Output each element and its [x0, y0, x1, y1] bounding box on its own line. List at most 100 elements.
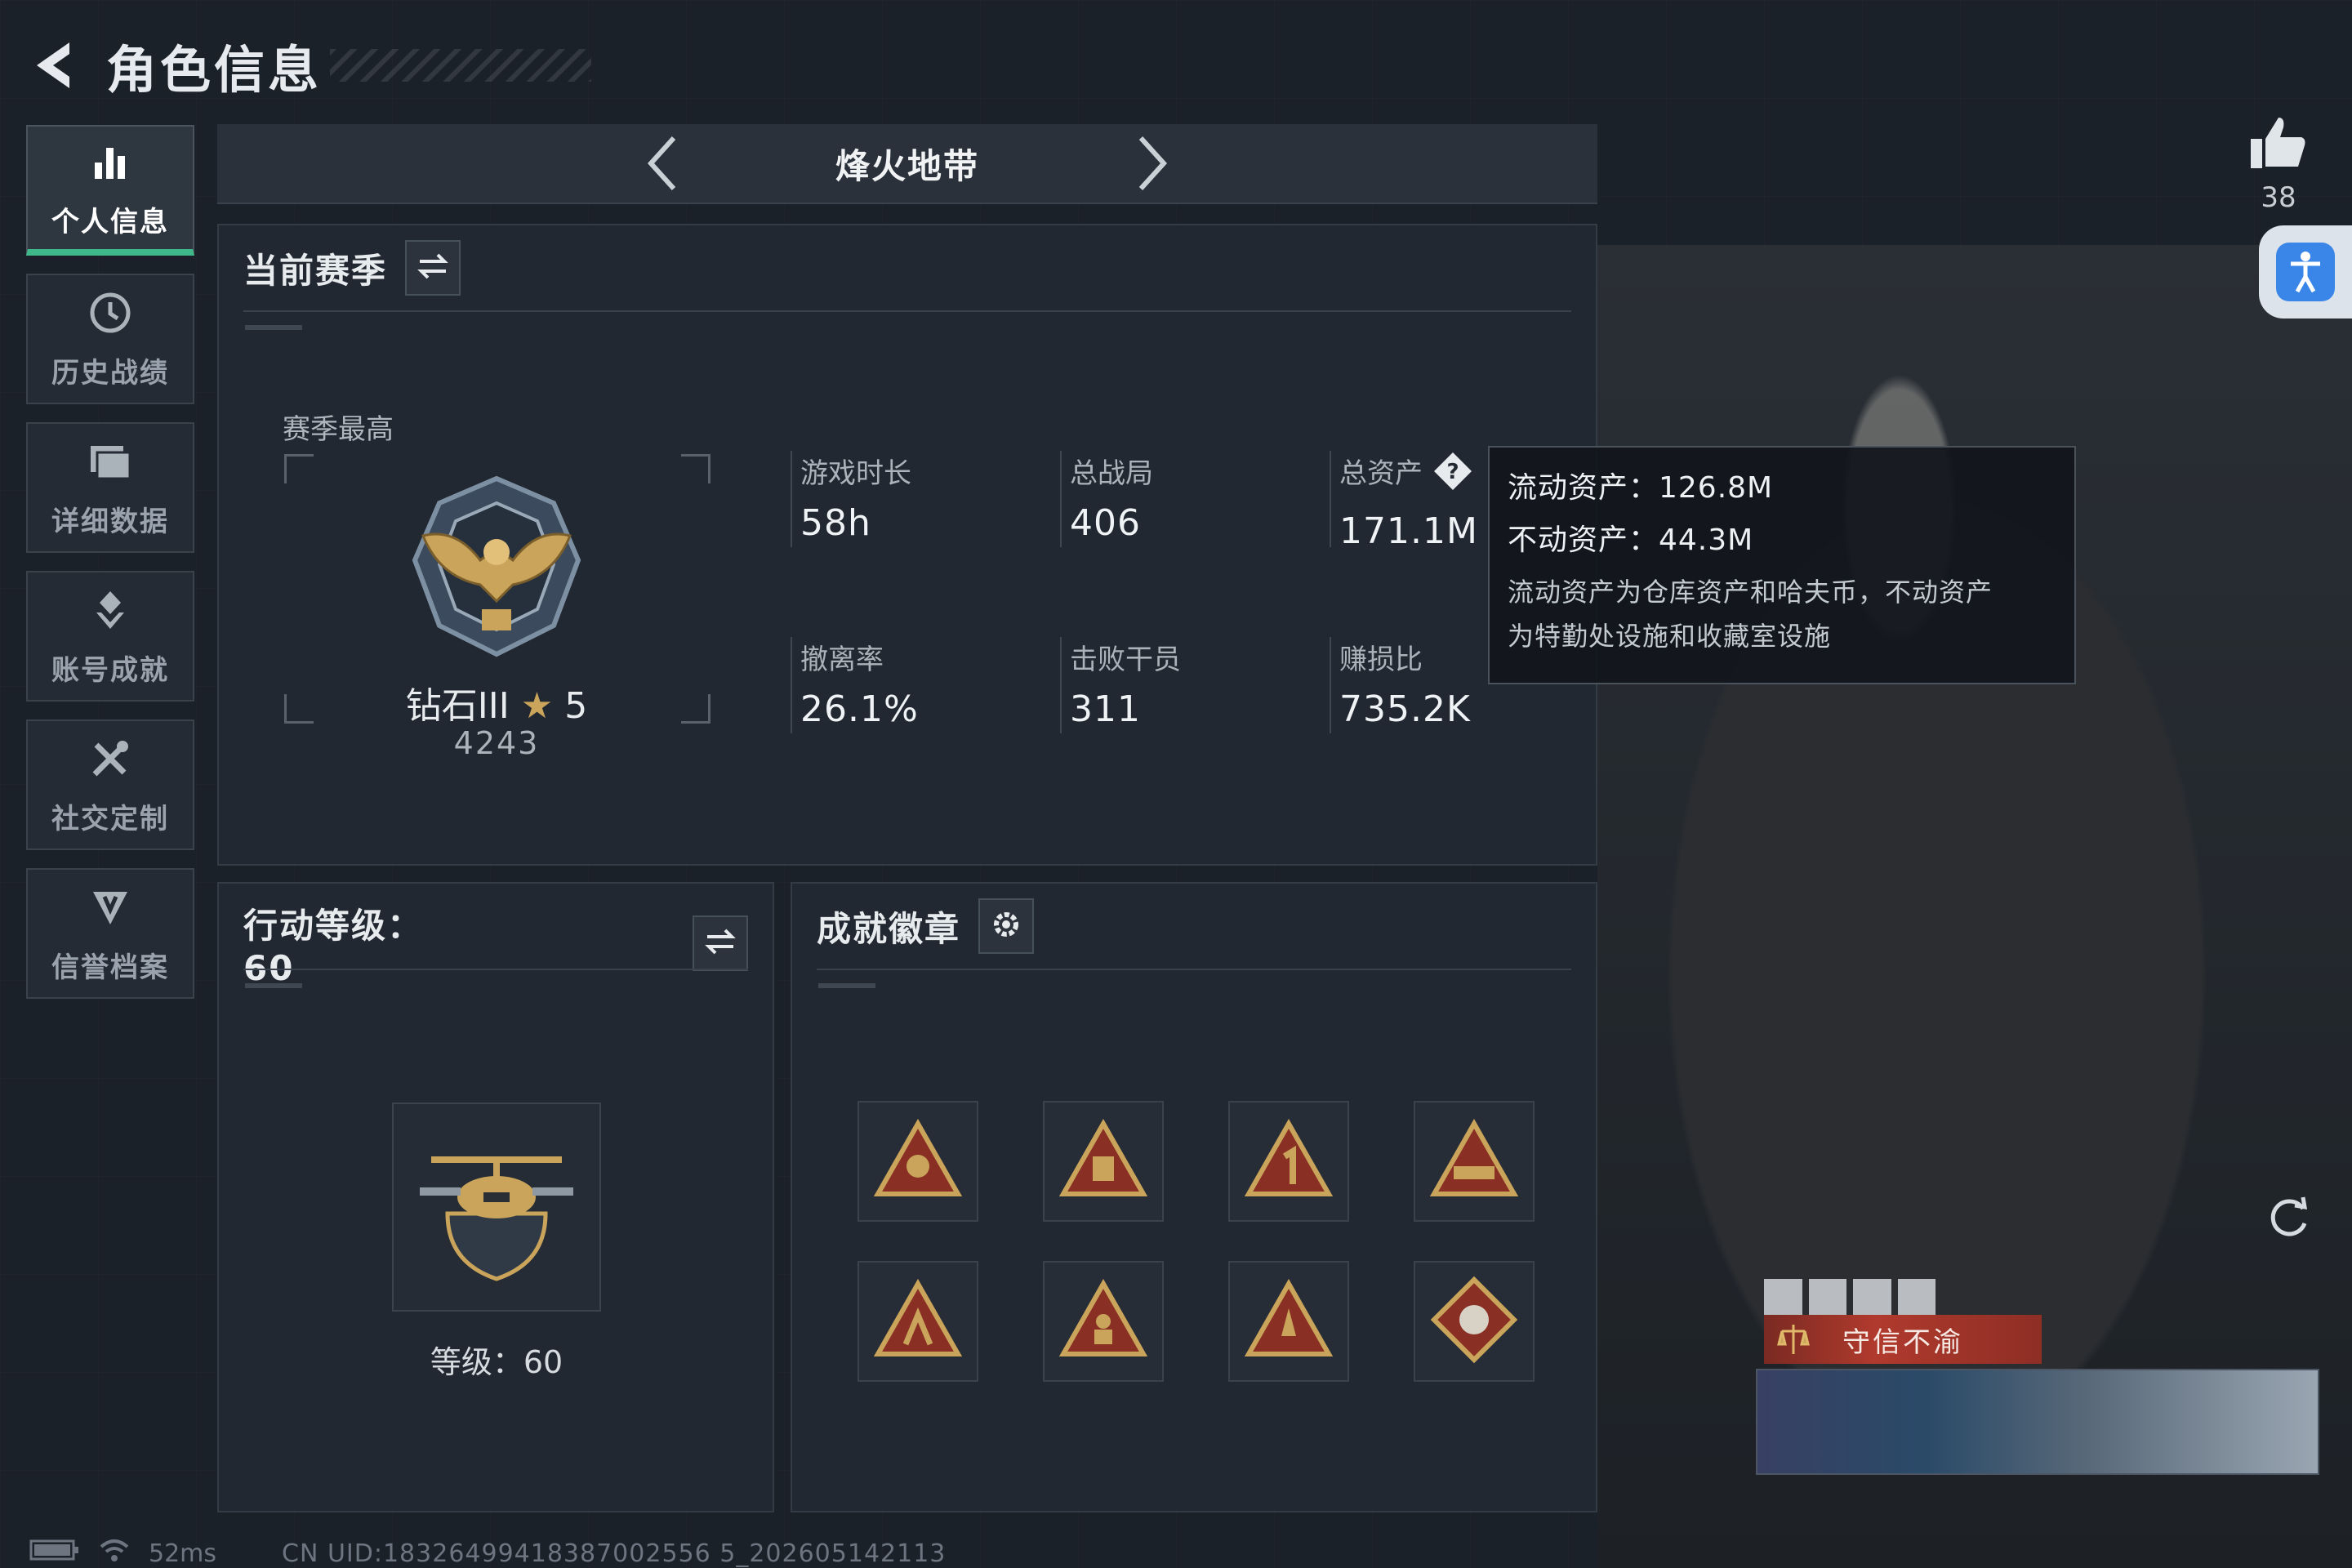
help-diamond-icon[interactable]: ?: [1432, 451, 1473, 499]
folder-icon: [86, 437, 135, 486]
season-title: 当前赛季: [243, 250, 388, 291]
like-block: 38: [2238, 114, 2319, 214]
badges-title: 成就徽章: [817, 908, 961, 949]
sidebar: 个人信息 历史战绩 详细数据 账号成就 社交定制 信誉档案: [26, 125, 194, 1017]
sidebar-item-history[interactable]: 历史战绩: [26, 274, 194, 404]
ping-value: 52ms: [149, 1539, 217, 1568]
player-banner: [1756, 1369, 2319, 1475]
wifi-icon: [98, 1537, 131, 1568]
divider: [817, 969, 1571, 970]
divider-accent: [818, 983, 875, 988]
divider: [243, 310, 1571, 312]
mode-selector: 烽火地带: [217, 124, 1597, 204]
diamond-badge-icon: [1429, 1275, 1519, 1368]
sidebar-item-personal-info[interactable]: 个人信息: [26, 125, 194, 256]
divider-accent: [245, 325, 302, 330]
scales-icon: [1775, 1321, 1811, 1361]
header: 角色信息: [24, 24, 592, 106]
helicopter-badge-icon: [415, 1124, 578, 1290]
page-title: 角色信息: [106, 40, 323, 100]
stat-total-matches: 总战局 406: [1060, 451, 1153, 547]
level-badge: [392, 1102, 601, 1312]
accessibility-button[interactable]: [2259, 225, 2352, 318]
player-name-redacted: [1764, 1279, 1936, 1315]
gear-icon: [991, 909, 1022, 943]
tooltip-desc-line1: 流动资产为仓库资产和哈夫币，不动资产: [1508, 577, 1993, 608]
divider-accent: [245, 983, 302, 988]
swap-arrows-icon: [416, 252, 449, 284]
level-label: 等级：60: [430, 1344, 564, 1380]
rotate-icon[interactable]: [2262, 1191, 2314, 1243]
player-uid: CN UID:18326499418387002556 5_2026051421…: [282, 1539, 947, 1568]
sidebar-item-label: 详细数据: [51, 505, 169, 538]
stat-playtime: 游戏时长 58h: [791, 451, 911, 547]
star-icon: ★: [520, 685, 554, 727]
triangle-badge-icon: [1429, 1118, 1519, 1204]
triangle-badge-icon: [873, 1278, 963, 1364]
sidebar-item-detail-data[interactable]: 详细数据: [26, 422, 194, 553]
season-panel-header: 当前赛季: [243, 240, 461, 296]
shield-icon: [86, 883, 135, 932]
triangle-badge-icon: [873, 1118, 963, 1204]
tools-icon: [86, 734, 135, 783]
assets-tooltip: 流动资产：126.8M 不动资产：44.3M 流动资产为仓库资产和哈夫币，不动资…: [1488, 446, 2076, 684]
rank-name: 钻石III ★ 5: [405, 685, 588, 727]
triangle-badge-icon: [1058, 1118, 1148, 1204]
accessibility-icon: [2276, 243, 2335, 301]
badges-settings-button[interactable]: [978, 898, 1035, 954]
badges-panel: 成就徽章: [791, 882, 1597, 1512]
level-panel: 行动等级：60 等级：60: [217, 882, 774, 1512]
achievement-icon: [86, 586, 135, 635]
sidebar-item-credit[interactable]: 信誉档案: [26, 868, 194, 999]
sidebar-item-label: 个人信息: [51, 205, 169, 238]
triangle-badge-icon: [1244, 1278, 1334, 1364]
level-title: 行动等级：60: [243, 906, 424, 988]
player-title-tag: 守信不渝: [1764, 1315, 2042, 1364]
badges-panel-header: 成就徽章: [817, 898, 1035, 954]
badge-4[interactable]: [1414, 1101, 1535, 1222]
svg-text:?: ?: [1446, 460, 1459, 484]
like-count: 38: [2261, 181, 2296, 214]
badge-6[interactable]: [1043, 1261, 1164, 1382]
level-switch-button[interactable]: [693, 915, 748, 971]
sidebar-item-label: 信誉档案: [51, 951, 169, 984]
badge-7[interactable]: [1228, 1261, 1349, 1382]
mode-name: 烽火地带: [835, 145, 979, 186]
status-bar: 52ms CN UID:18326499418387002556 5_20260…: [29, 1537, 946, 1568]
tooltip-desc-line2: 为特勤处设施和收藏室设施: [1508, 621, 1832, 652]
swap-arrows-icon: [704, 927, 737, 960]
stat-profit-ratio: 赚损比 735.2K: [1330, 637, 1471, 733]
stat-kills: 击败干员 311: [1060, 637, 1181, 733]
level-panel-header: 行动等级：60: [243, 898, 748, 988]
triangle-badge-icon: [1244, 1118, 1334, 1204]
season-panel: 当前赛季 赛季最高 钻石III ★ 5 4243 游戏时长 58h 总战局 40…: [217, 224, 1597, 866]
stat-extraction-rate: 撤离率 26.1%: [791, 637, 919, 733]
divider: [243, 969, 748, 970]
sidebar-item-label: 账号成就: [51, 653, 169, 687]
triangle-badge-icon: [1058, 1278, 1148, 1364]
badge-3[interactable]: [1228, 1101, 1349, 1222]
thumbs-up-icon[interactable]: [2238, 114, 2319, 175]
mode-next-chevron-icon[interactable]: [1120, 131, 1185, 196]
battery-icon: [29, 1538, 80, 1568]
season-best-label: 赛季最高: [283, 413, 394, 446]
rank-eagle-emblem-icon: [390, 470, 603, 683]
title-decoration: [330, 49, 592, 82]
back-arrow-icon[interactable]: [24, 37, 82, 94]
badge-8[interactable]: [1414, 1261, 1535, 1382]
player-title-text: 守信不渝: [1842, 1325, 1963, 1359]
badge-1[interactable]: [858, 1101, 978, 1222]
sidebar-item-social[interactable]: 社交定制: [26, 719, 194, 850]
sidebar-item-achievements[interactable]: 账号成就: [26, 571, 194, 702]
tooltip-liquid-assets: 流动资产：126.8M: [1508, 471, 1774, 505]
stat-total-assets: 总资产? 171.1M: [1330, 451, 1478, 552]
bar-chart-icon: [86, 137, 135, 186]
tooltip-fixed-assets: 不动资产：44.3M: [1508, 523, 1754, 557]
sidebar-item-label: 历史战绩: [51, 356, 169, 390]
season-switch-button[interactable]: [405, 240, 461, 296]
sidebar-item-label: 社交定制: [51, 802, 169, 835]
mode-prev-chevron-icon[interactable]: [630, 131, 695, 196]
badge-2[interactable]: [1043, 1101, 1164, 1222]
history-clock-icon: [86, 288, 135, 337]
badge-5[interactable]: [858, 1261, 978, 1382]
